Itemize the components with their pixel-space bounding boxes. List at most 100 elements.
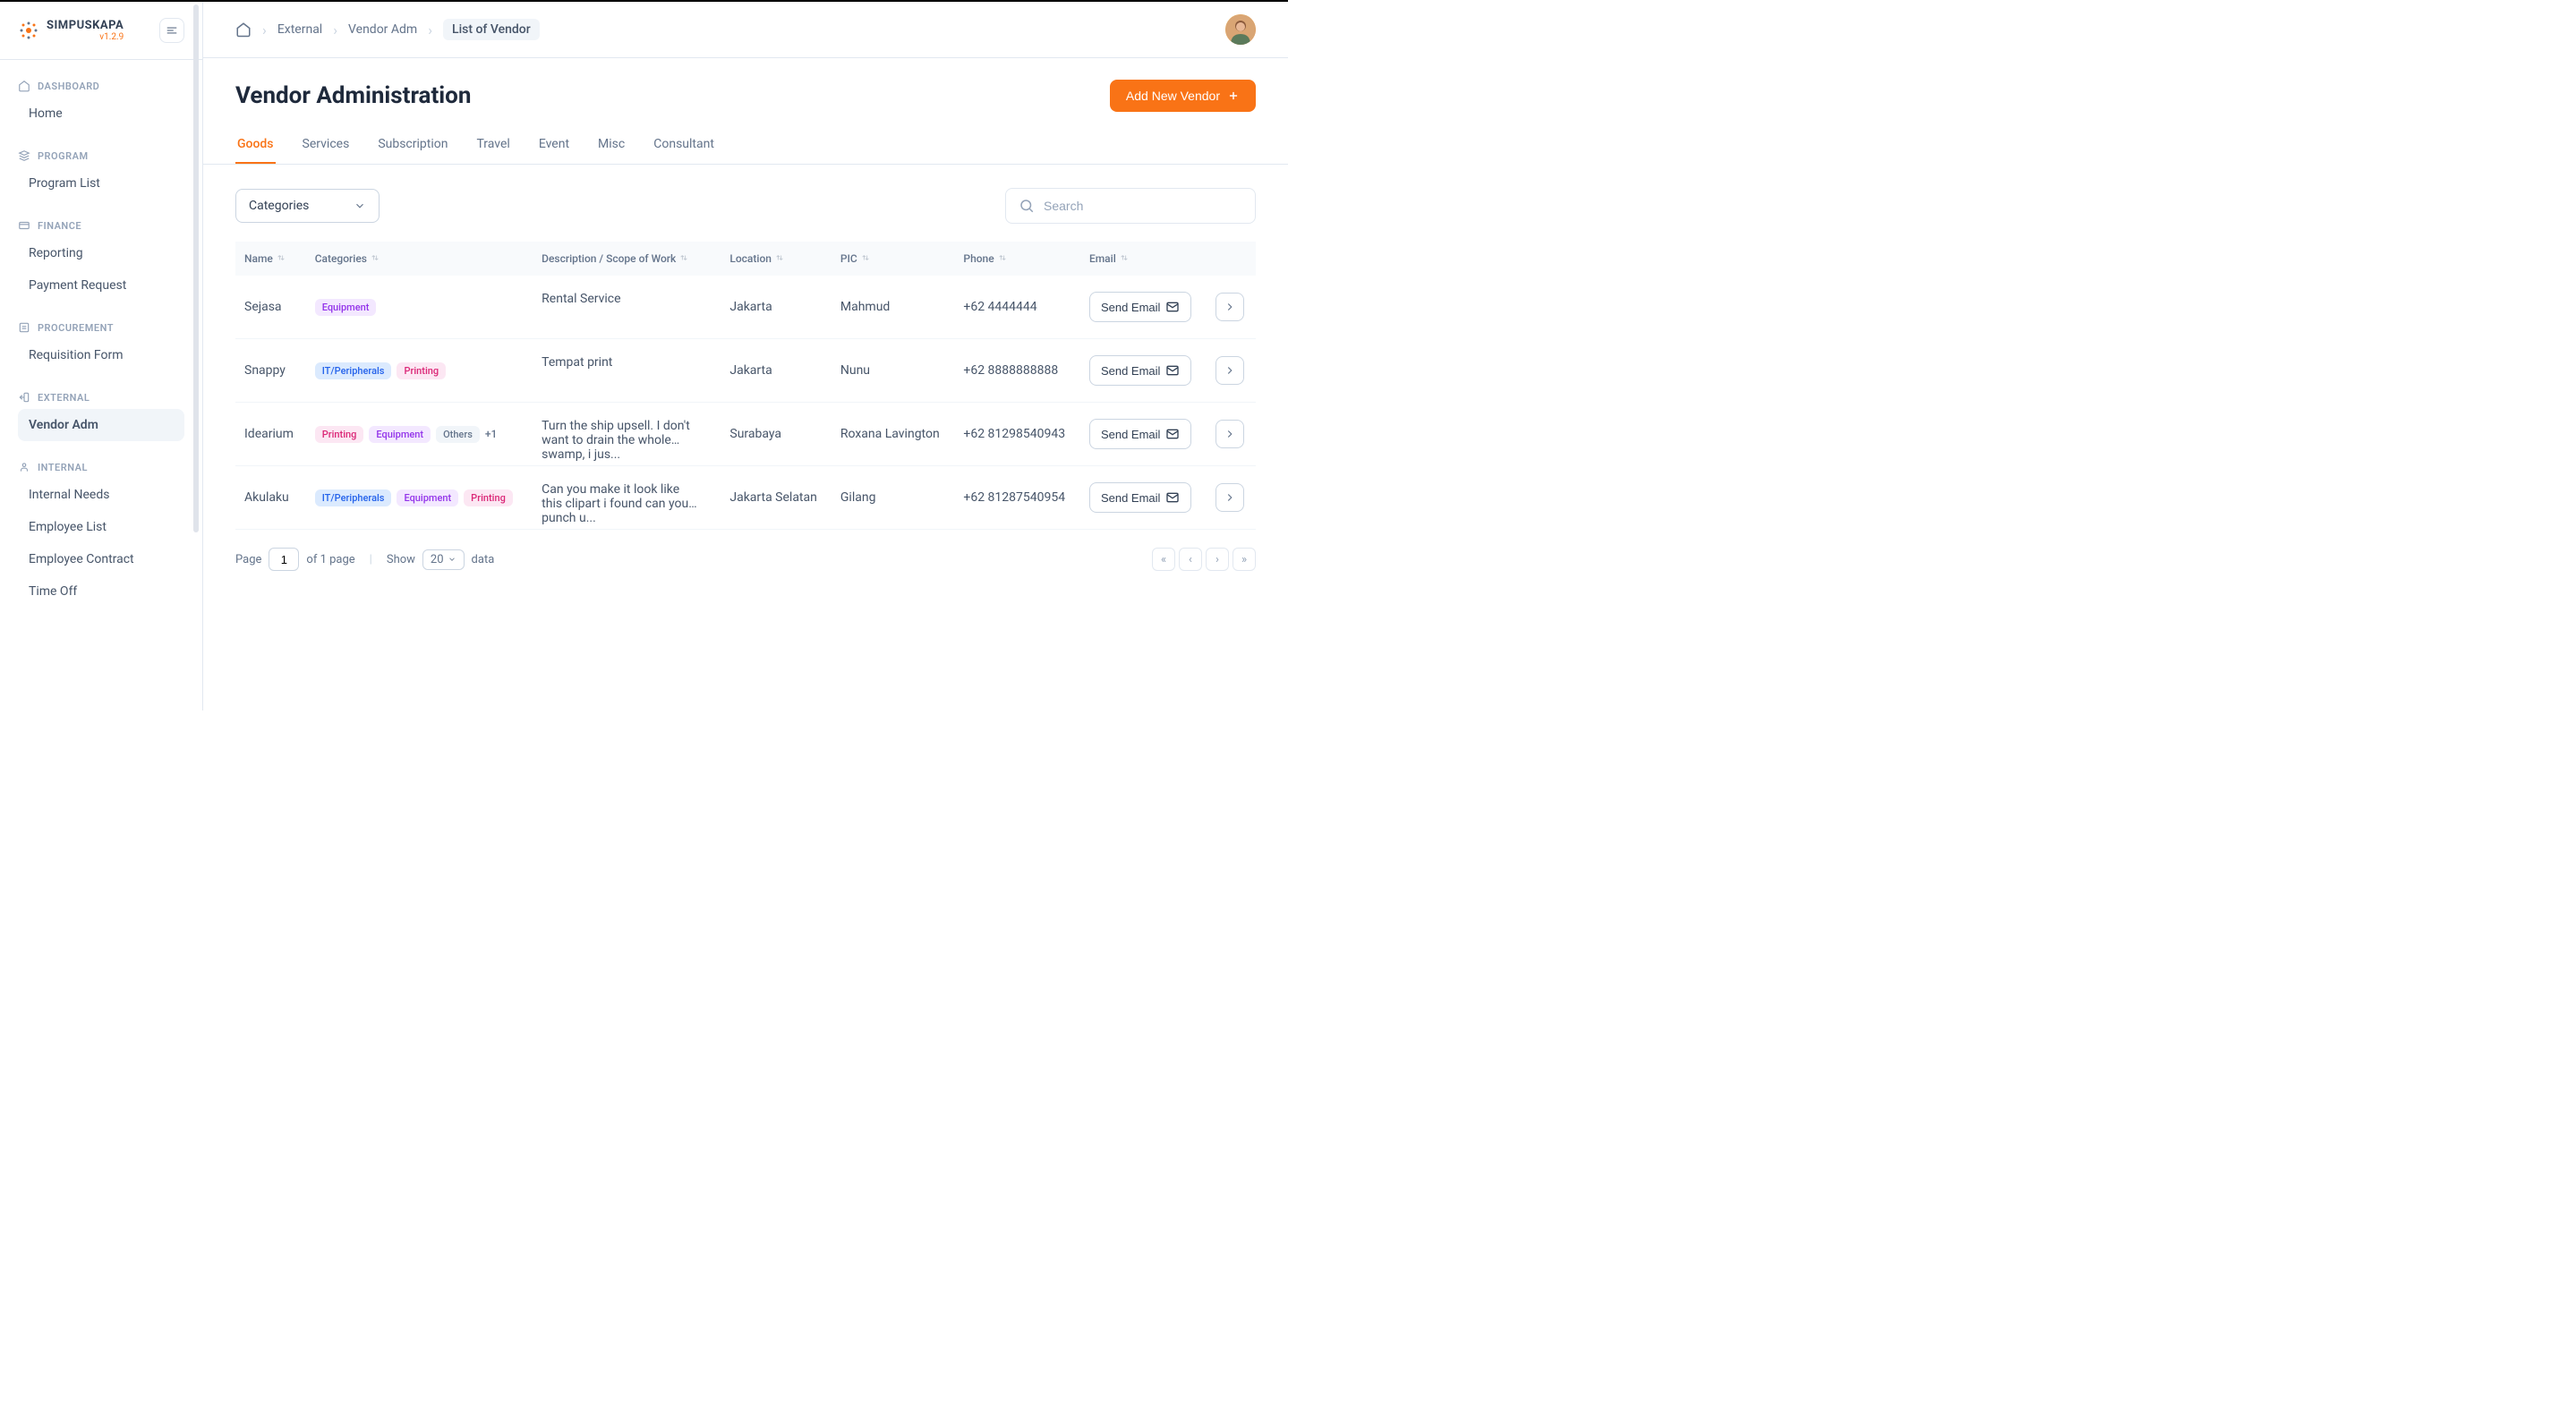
sidebar-scrollbar[interactable] bbox=[190, 4, 202, 708]
first-page-button[interactable]: « bbox=[1152, 548, 1175, 571]
section-icon bbox=[18, 219, 30, 232]
sidebar: SIMPUSKAPA v1.2.9 DASHBOARDHomePROGRAMPr… bbox=[0, 2, 203, 710]
table-row: Snappy IT/Peripherals Printing Tempat print… bbox=[235, 339, 1256, 403]
column-header[interactable]: Categories bbox=[306, 242, 533, 276]
sort-icon bbox=[861, 253, 870, 262]
column-header[interactable]: Name bbox=[235, 242, 306, 276]
column-header-action bbox=[1207, 242, 1256, 276]
badge-printing: Printing bbox=[315, 426, 364, 443]
search-box[interactable] bbox=[1005, 188, 1256, 224]
search-input[interactable] bbox=[1044, 199, 1242, 213]
nav-heading: EXTERNAL bbox=[18, 380, 184, 409]
section-icon bbox=[18, 461, 30, 473]
sidebar-item-requisition-form[interactable]: Requisition Form bbox=[18, 339, 184, 371]
chevron-down-icon bbox=[448, 555, 456, 564]
send-email-button[interactable]: Send Email bbox=[1089, 419, 1191, 449]
of-label: of 1 page bbox=[306, 553, 354, 566]
sidebar-item-employee-list[interactable]: Employee List bbox=[18, 511, 184, 543]
mail-icon bbox=[1165, 427, 1180, 441]
cell-name: Idearium bbox=[235, 403, 306, 466]
table-row: IdeariumPrintingEquipmentOthers+1Turn th… bbox=[235, 403, 1256, 466]
row-detail-button[interactable] bbox=[1215, 483, 1244, 512]
sort-icon bbox=[679, 253, 688, 262]
tab-misc[interactable]: Misc bbox=[596, 128, 627, 164]
cell-description: Can you make it look like this clipart i… bbox=[533, 466, 712, 527]
page-title: Vendor Administration bbox=[235, 82, 471, 109]
sort-icon bbox=[371, 253, 380, 262]
cell-pic: Nunu bbox=[832, 339, 955, 403]
menu-toggle-button[interactable] bbox=[159, 18, 184, 43]
home-icon[interactable] bbox=[235, 21, 252, 38]
cell-action bbox=[1207, 339, 1256, 403]
tab-services[interactable]: Services bbox=[301, 128, 352, 164]
column-header[interactable]: PIC bbox=[832, 242, 955, 276]
chevron-right-icon bbox=[1224, 428, 1236, 440]
cell-name: Akulaku bbox=[235, 466, 306, 530]
send-email-button[interactable]: Send Email bbox=[1089, 482, 1191, 513]
main: › External › Vendor Adm › List of Vendor… bbox=[203, 2, 1288, 710]
sidebar-item-payment-request[interactable]: Payment Request bbox=[18, 269, 184, 302]
logo-icon bbox=[18, 20, 39, 41]
cell-name: Sejasa bbox=[235, 276, 306, 339]
nav-heading: PROGRAM bbox=[18, 139, 184, 167]
row-detail-button[interactable] bbox=[1215, 356, 1244, 385]
sidebar-item-program-list[interactable]: Program List bbox=[18, 167, 184, 200]
send-email-button[interactable]: Send Email bbox=[1089, 292, 1191, 322]
badge-equipment: Equipment bbox=[369, 426, 431, 443]
tab-subscription[interactable]: Subscription bbox=[376, 128, 449, 164]
sidebar-item-reporting[interactable]: Reporting bbox=[18, 237, 184, 269]
select-label: Categories bbox=[249, 199, 309, 213]
chevron-right-icon bbox=[1224, 491, 1236, 504]
send-email-button[interactable]: Send Email bbox=[1089, 355, 1191, 386]
cell-categories: Equipment bbox=[306, 276, 533, 339]
breadcrumb-item[interactable]: Vendor Adm bbox=[348, 22, 417, 37]
column-header[interactable]: Phone bbox=[954, 242, 1080, 276]
tab-goods[interactable]: Goods bbox=[235, 128, 276, 164]
breadcrumb-item[interactable]: External bbox=[277, 22, 322, 37]
show-select[interactable]: 20 bbox=[422, 549, 465, 570]
badge-printing: Printing bbox=[397, 362, 446, 379]
row-detail-button[interactable] bbox=[1215, 293, 1244, 321]
chevron-right-icon bbox=[1224, 301, 1236, 313]
cell-location: Jakarta bbox=[721, 276, 832, 339]
next-page-button[interactable]: › bbox=[1206, 548, 1229, 571]
nav-heading: PROCUREMENT bbox=[18, 311, 184, 339]
page-input[interactable] bbox=[269, 548, 299, 571]
cell-email: Send Email bbox=[1080, 339, 1207, 403]
sidebar-item-employee-contract[interactable]: Employee Contract bbox=[18, 543, 184, 575]
last-page-button[interactable]: » bbox=[1233, 548, 1256, 571]
badge-it: IT/Peripherals bbox=[315, 362, 392, 379]
column-header[interactable]: Description / Scope of Work bbox=[533, 242, 721, 276]
tab-event[interactable]: Event bbox=[537, 128, 571, 164]
sidebar-header: SIMPUSKAPA v1.2.9 bbox=[0, 2, 202, 60]
tab-consultant[interactable]: Consultant bbox=[652, 128, 716, 164]
cell-phone: +62 4444444 bbox=[954, 276, 1080, 339]
row-detail-button[interactable] bbox=[1215, 420, 1244, 448]
sidebar-item-time-off[interactable]: Time Off bbox=[18, 575, 184, 608]
column-header[interactable]: Email bbox=[1080, 242, 1207, 276]
prev-page-button[interactable]: ‹ bbox=[1179, 548, 1202, 571]
mail-icon bbox=[1165, 300, 1180, 314]
cell-action bbox=[1207, 276, 1256, 339]
breadcrumb-item-current: List of Vendor bbox=[443, 19, 540, 40]
tabs: Goods Services Subscription Travel Event Misc… bbox=[203, 128, 1288, 165]
cell-name: Snappy bbox=[235, 339, 306, 403]
chevron-down-icon bbox=[354, 200, 366, 212]
cell-action bbox=[1207, 403, 1256, 466]
badge-others: Others bbox=[436, 426, 480, 443]
sidebar-item-internal-needs[interactable]: Internal Needs bbox=[18, 479, 184, 511]
menu-icon bbox=[166, 24, 178, 37]
add-new-vendor-button[interactable]: Add New Vendor bbox=[1110, 80, 1256, 112]
cell-phone: +62 8888888888 bbox=[954, 339, 1080, 403]
cell-categories: IT/PeripheralsEquipmentPrinting bbox=[306, 466, 533, 530]
categories-select[interactable]: Categories bbox=[235, 189, 380, 223]
column-header[interactable]: Location bbox=[721, 242, 832, 276]
tab-travel[interactable]: Travel bbox=[474, 128, 511, 164]
badge-it: IT/Peripherals bbox=[315, 489, 392, 506]
cell-description: Tempat print bbox=[533, 339, 712, 386]
cell-categories: IT/Peripherals Printing bbox=[306, 339, 533, 403]
show-value: 20 bbox=[431, 553, 444, 566]
sidebar-item-home[interactable]: Home bbox=[18, 98, 184, 130]
sidebar-item-vendor-adm[interactable]: Vendor Adm bbox=[18, 409, 184, 441]
avatar[interactable] bbox=[1225, 14, 1256, 45]
